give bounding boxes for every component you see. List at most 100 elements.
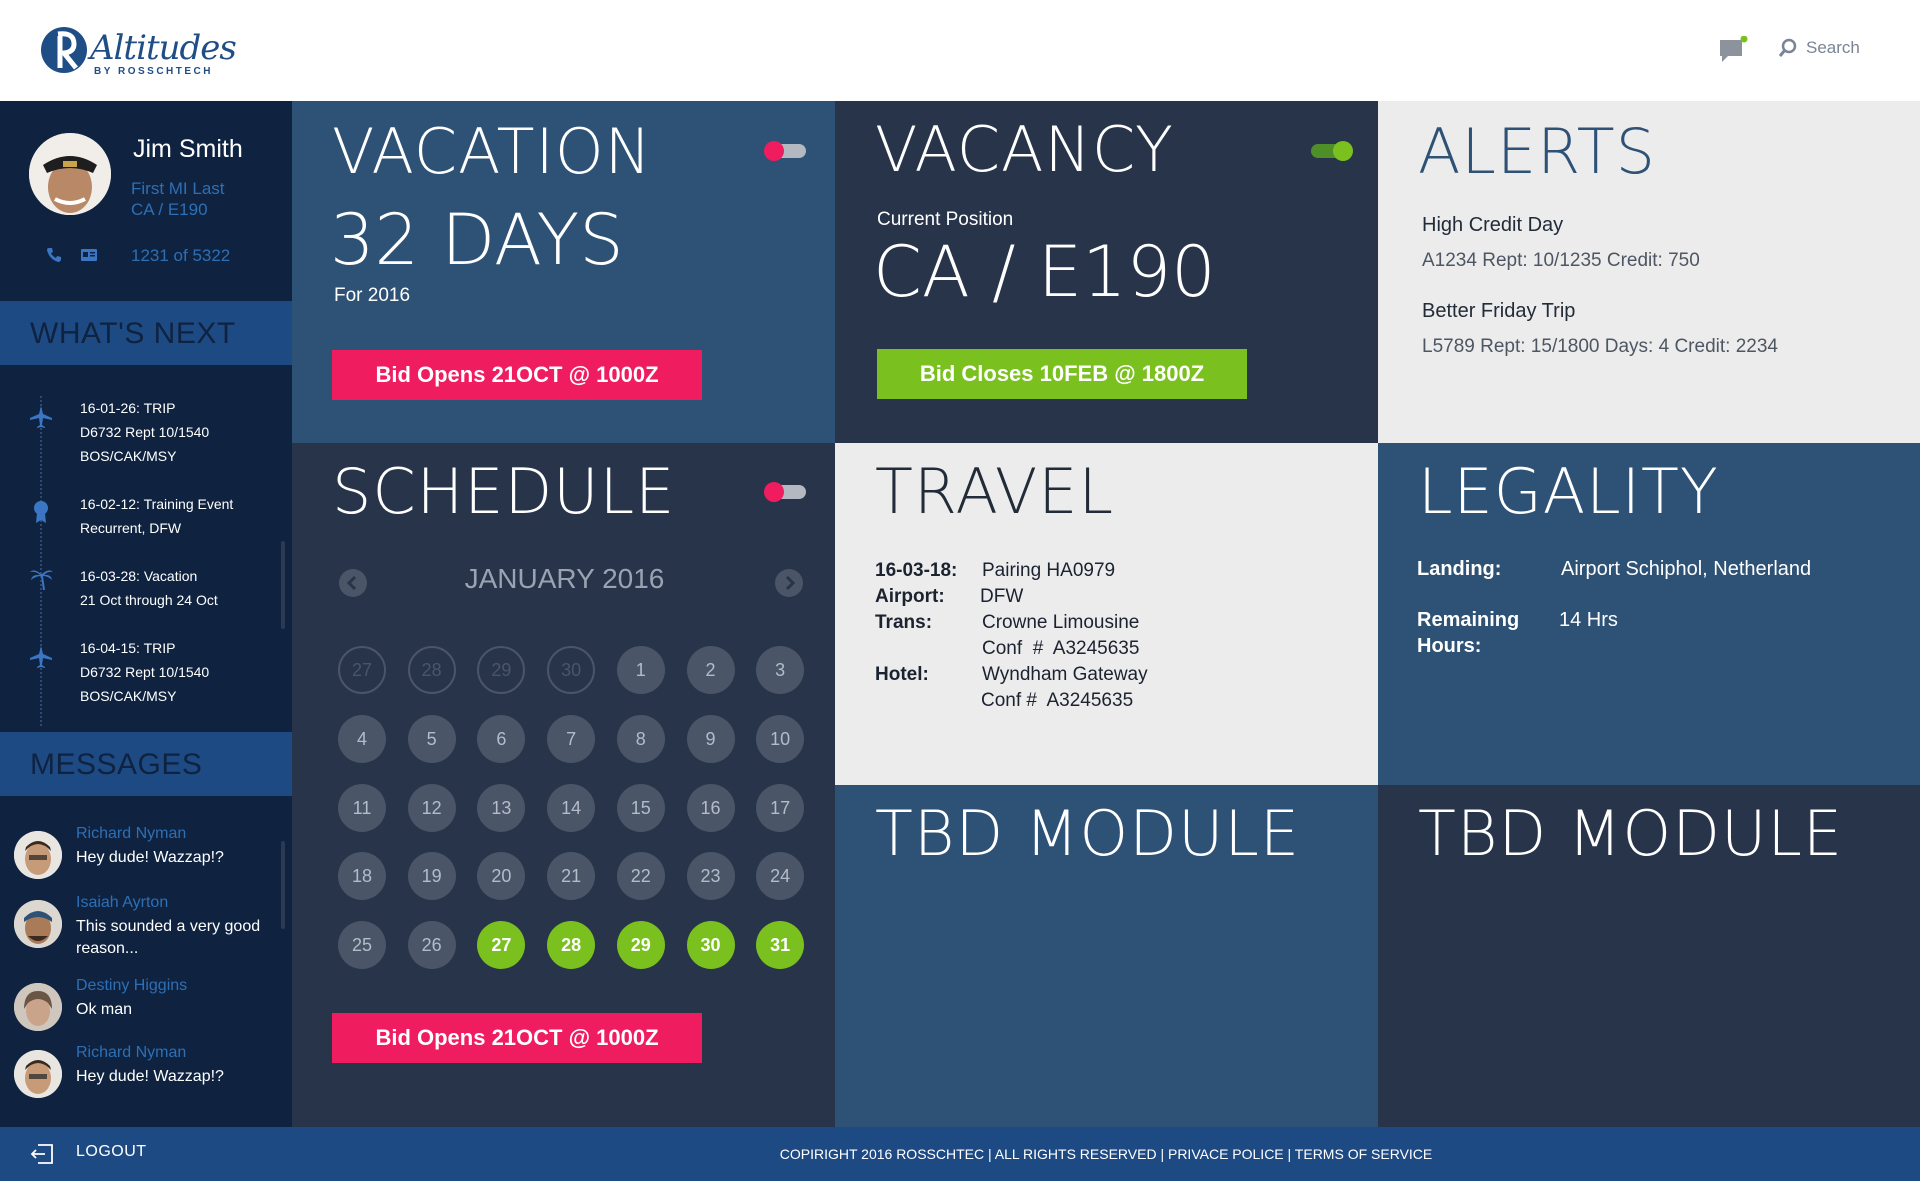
calendar-day[interactable]: 14 [547, 783, 596, 832]
item-date: 16-04-15: TRIP [80, 640, 176, 656]
logout-button[interactable]: LOGOUT [0, 1127, 292, 1181]
calendar-day[interactable]: 19 [407, 852, 456, 901]
calendar-day[interactable]: 2 [686, 646, 735, 694]
travel-pairing: Pairing HA0979 [982, 560, 1116, 581]
item-detail: D6732 Rept 10/1540 [80, 664, 210, 680]
plane-icon [30, 406, 52, 428]
profile-name: Jim Smith [133, 135, 243, 163]
calendar-day[interactable]: 28 [407, 646, 456, 694]
calendar-day[interactable]: 25 [338, 921, 386, 970]
calendar-day[interactable]: 21 [547, 852, 596, 901]
calendar-day[interactable]: 18 [338, 852, 386, 901]
vacation-bid-button[interactable]: Bid Opens 21OCT @ 1000Z [332, 350, 702, 400]
message-item[interactable]: Isaiah Ayrton This sounded a very good r… [14, 894, 284, 957]
toggle-knob [1333, 141, 1353, 161]
remaining-label-1: Remaining [1417, 609, 1520, 631]
calendar-day[interactable]: 31 [756, 921, 805, 970]
tbd-module-tile: TBD MODULE [835, 785, 1378, 1127]
alerts-title: ALERTS [1418, 115, 1656, 188]
remaining-label-2: Hours: [1417, 635, 1482, 657]
calendar-day[interactable]: 15 [616, 783, 665, 832]
messages-icon[interactable] [1718, 35, 1748, 62]
calendar-day[interactable]: 11 [338, 783, 386, 832]
calendar-day[interactable]: 20 [477, 852, 526, 901]
calendar-day[interactable]: 5 [407, 714, 456, 763]
travel-trans: Crowne Limousine [982, 612, 1140, 633]
whats-next-title: WHAT'S NEXT [30, 317, 236, 350]
calendar-day[interactable]: 4 [338, 714, 386, 763]
calendar-day[interactable]: 29 [616, 921, 665, 970]
item-detail: 21 Oct through 24 Oct [80, 592, 218, 608]
list-item[interactable]: 16-02-12: Training Event Recurrent, DFW [80, 492, 233, 540]
calendar-day[interactable]: 27 [477, 921, 526, 970]
award-icon [34, 501, 48, 523]
message-item[interactable]: Richard Nyman Hey dude! Wazzap!? [14, 1044, 284, 1104]
list-item[interactable]: 16-01-26: TRIP D6732 Rept 10/1540 BOS/CA… [80, 396, 209, 468]
travel-trans-conf: Conf # A3245635 [982, 638, 1140, 659]
travel-hotel-conf: Conf # A3245635 [981, 690, 1134, 711]
calendar-day[interactable]: 8 [616, 714, 665, 763]
vacancy-label: Current Position [877, 209, 1014, 230]
whats-next-scrollbar[interactable] [281, 541, 285, 629]
phone-icon[interactable] [46, 247, 62, 263]
schedule-toggle[interactable] [764, 482, 806, 502]
calendar-day[interactable]: 28 [547, 921, 596, 970]
calendar-day[interactable]: 22 [616, 852, 665, 901]
message-preview: This sounded a very good reason... [76, 918, 261, 957]
alerts-tile: ALERTS High Credit Day A1234 Rept: 10/12… [1378, 101, 1920, 443]
calendar-day[interactable]: 24 [756, 852, 805, 901]
calendar-day[interactable]: 1 [616, 646, 665, 694]
list-item[interactable]: 16-04-15: TRIP D6732 Rept 10/1540 BOS/CA… [80, 636, 209, 708]
tbd-module-tile: TBD MODULE [1378, 785, 1920, 1127]
item-date: 16-01-26: TRIP [80, 400, 176, 416]
message-sender: Destiny Higgins [76, 977, 188, 994]
travel-hotel: Wyndham Gateway [982, 664, 1148, 685]
travel-airport-label: Airport: [875, 586, 945, 607]
seniority-number: 1231 of 5322 [131, 246, 231, 265]
vacancy-bid-button[interactable]: Bid Closes 10FEB @ 1800Z [877, 349, 1247, 399]
calendar-day[interactable]: 6 [477, 714, 526, 763]
calendar-day[interactable]: 9 [686, 714, 735, 763]
message-item[interactable]: Richard Nyman Hey dude! Wazzap!? [14, 825, 284, 885]
travel-tile: TRAVEL 16-03-18: Pairing HA0979 Airport:… [835, 443, 1378, 785]
avatar[interactable] [29, 133, 111, 215]
logo-subtitle: BY ROSSCHTECH [94, 66, 213, 77]
alert-title[interactable]: High Credit Day [1422, 214, 1563, 237]
whats-next-header: WHAT'S NEXT [0, 301, 292, 365]
calendar-day[interactable]: 16 [686, 783, 735, 832]
calendar-day[interactable]: 30 [686, 921, 735, 970]
schedule-bid-button[interactable]: Bid Opens 21OCT @ 1000Z [332, 1013, 702, 1063]
calendar-day[interactable]: 23 [686, 852, 735, 901]
timeline-connector [40, 396, 42, 726]
palm-tree-icon [30, 570, 53, 590]
alert-title[interactable]: Better Friday Trip [1422, 300, 1575, 323]
list-item[interactable]: 16-03-28: Vacation 21 Oct through 24 Oct [80, 564, 218, 612]
vacancy-toggle[interactable] [1311, 141, 1353, 161]
id-card-icon[interactable] [80, 247, 98, 263]
message-preview: Hey dude! Wazzap!? [76, 1068, 224, 1085]
vacation-toggle[interactable] [764, 141, 806, 161]
messages-scrollbar[interactable] [281, 841, 285, 929]
header-search[interactable]: Search [1778, 38, 1860, 58]
travel-trans-label: Trans: [875, 612, 933, 633]
chevron-left-icon[interactable] [339, 569, 367, 597]
calendar-day[interactable]: 29 [477, 646, 526, 694]
messages-header: MESSAGES [0, 732, 292, 796]
calendar-day[interactable]: 17 [756, 783, 805, 832]
calendar-day[interactable]: 26 [407, 921, 456, 970]
item-route: BOS/CAK/MSY [80, 448, 177, 464]
calendar-day[interactable]: 7 [547, 714, 596, 763]
calendar-day[interactable]: 3 [756, 646, 805, 694]
vacation-year: For 2016 [334, 285, 411, 306]
footer: COPIRIGHT 2016 ROSSCHTEC | ALL RIGHTS RE… [292, 1127, 1920, 1181]
calendar-day[interactable]: 30 [547, 646, 596, 694]
message-sender: Richard Nyman [76, 825, 187, 842]
chevron-right-icon[interactable] [775, 569, 803, 597]
logo-wordmark: Altitudes [90, 28, 237, 68]
message-item[interactable]: Destiny Higgins Ok man [14, 977, 284, 1037]
app-logo[interactable]: Altitudes BY ROSSCHTECH [40, 24, 237, 80]
calendar-day[interactable]: 27 [338, 646, 386, 694]
calendar-day[interactable]: 10 [756, 714, 805, 763]
calendar-day[interactable]: 12 [407, 783, 456, 832]
calendar-day[interactable]: 13 [477, 783, 526, 832]
